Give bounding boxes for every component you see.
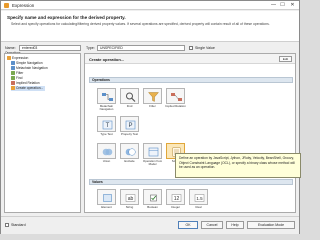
operation-tile-operation-from-model[interactable]: Operation from Model [143,143,162,166]
evaluation-mode-button[interactable]: Evaluation Mode [247,221,295,229]
type-label: Type: [86,46,95,50]
svg-text:P: P [128,123,132,129]
expression-icon [7,56,11,60]
expression-dialog: Expression — ☐ ✕ Specify name and expres… [0,0,301,234]
create-operation-icon [11,86,15,90]
header-banner: Specify name and expression for the deri… [1,11,299,42]
type-field[interactable]: UNSPECIFIED [97,45,185,51]
minimize-button[interactable]: — [269,2,278,8]
panel-header: Create operation... Edit [85,54,295,64]
app-icon [4,3,9,8]
filter-icon [148,92,159,102]
operation-tile-metachain[interactable]: Metachain Navigation [97,88,116,111]
operation-tile-filter[interactable]: Filter [143,88,162,111]
operation-tile-exclude[interactable]: Exclude [120,143,139,166]
find-icon [126,92,136,102]
footer-bar: Standard OK Cancel Help Evaluation Mode [1,216,299,234]
edit-button[interactable]: Edit [279,56,292,62]
maximize-button[interactable]: ☐ [278,2,287,8]
svg-text:ab: ab [128,196,134,202]
operations-tree: Expression Simple Navigation Metachain N… [4,53,81,213]
values-section-header[interactable]: Values [89,179,293,185]
create-operation-panel: Create operation... Edit Operations Meta… [84,53,296,213]
tree-item-create-operation[interactable]: Create operation... [11,86,46,91]
operation-tile-type-test[interactable]: T Type Test [97,116,116,139]
help-button[interactable]: Help [226,221,244,229]
operations-section-header[interactable]: Operations [89,77,293,83]
boolean-icon [150,194,157,202]
single-value-checkbox[interactable] [189,46,193,50]
svg-text:12: 12 [174,196,180,202]
panel-title: Create operation... [89,57,125,62]
banner-heading: Specify name and expression for the deri… [7,15,126,20]
single-value-label: Single Value [195,46,215,50]
banner-description: Select and specify operations for calcul… [11,22,270,26]
title-bar: Expression — ☐ ✕ [1,1,299,10]
navigation-icon [11,61,15,65]
element-icon [103,194,112,202]
window-title: Expression [12,3,35,8]
integer-icon: 12 [171,194,182,202]
standard-label: Standard [11,223,26,227]
name-label: Name: [5,46,16,50]
operation-tile-union[interactable]: Union [97,143,116,166]
svg-text:T: T [106,123,110,129]
ok-button[interactable]: OK [178,221,198,229]
operation-tile-find[interactable]: Find [120,88,139,111]
type-test-icon: T [102,120,113,130]
find-icon [11,76,15,80]
metachain-icon [102,93,113,101]
value-tile-integer[interactable]: 12 Integer [166,189,185,212]
script-tooltip: Define an operation by JavaScript, Jytho… [175,153,301,178]
value-tile-boolean[interactable]: Boolean [143,189,162,212]
cancel-button[interactable]: Cancel [201,221,223,229]
implied-relation-icon [171,93,182,101]
exclude-icon [125,148,136,156]
value-tile-string[interactable]: ab String [120,189,139,212]
operation-tile-property-test[interactable]: P Property Test [120,116,139,139]
property-test-icon: P [125,120,136,130]
real-icon: 1.5 [194,194,205,202]
metachain-icon [11,66,15,70]
svg-text:1.5: 1.5 [196,196,203,201]
union-icon [102,148,113,156]
value-tile-real[interactable]: 1.5 Real [189,189,208,212]
close-button[interactable]: ✕ [288,2,297,8]
operation-model-icon [148,147,159,157]
filter-icon [11,71,15,75]
implied-relation-icon [11,81,15,85]
string-icon: ab [125,194,136,202]
standard-toggle[interactable] [5,223,9,227]
value-tile-element[interactable]: Element [97,189,116,212]
operation-tile-implied-relation[interactable]: Implied Relation [165,88,186,111]
name-field[interactable]: entered03 [19,45,81,51]
